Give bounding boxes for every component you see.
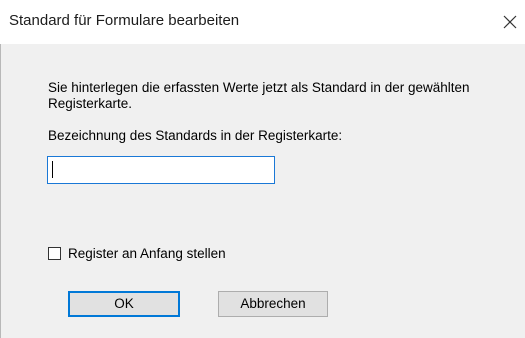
- move-to-front-label[interactable]: Register an Anfang stellen: [68, 246, 226, 261]
- ok-button[interactable]: OK: [68, 291, 180, 317]
- standard-name-input[interactable]: [47, 156, 275, 184]
- cancel-button[interactable]: Abbrechen: [218, 291, 328, 317]
- title-bar[interactable]: Standard für Formulare bearbeiten: [0, 0, 525, 44]
- text-caret: [52, 161, 53, 178]
- window-title: Standard für Formulare bearbeiten: [9, 12, 240, 29]
- description-text: Sie hinterlegen die erfassten Werte jetz…: [48, 80, 470, 111]
- move-to-front-checkbox[interactable]: [48, 247, 61, 260]
- window-border: [0, 44, 1, 338]
- dialog-window: Standard für Formulare bearbeiten Sie hi…: [0, 0, 525, 338]
- close-icon: [503, 15, 517, 29]
- close-button[interactable]: [495, 0, 525, 44]
- name-field-label: Bezeichnung des Standards in der Registe…: [48, 128, 343, 143]
